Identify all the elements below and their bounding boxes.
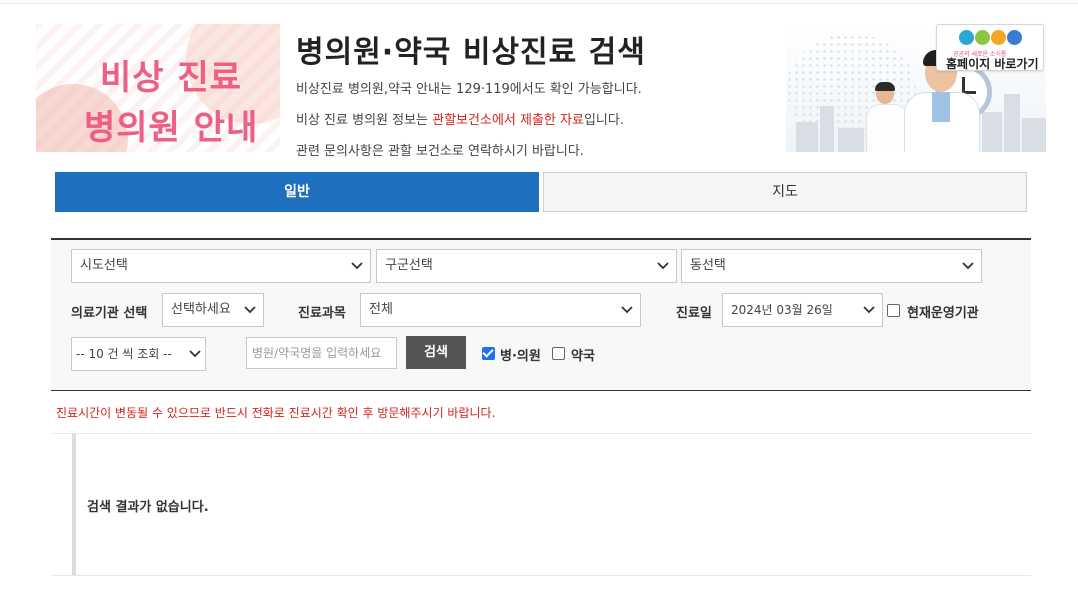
gugun-select-value: 구군선택 [385,258,433,273]
dong-select[interactable]: 동선택 [681,249,982,283]
info-line-1: 비상진료 병의원,약국 안내는 129·119에서도 확인 가능합니다. [296,82,642,97]
top-border [0,3,1078,4]
sido-select-value: 시도선택 [80,258,128,273]
banner-line-2: 병의원 안내 [84,108,259,148]
emergency-banner-image: 비상 진료 병의원 안내 [36,24,280,152]
open-now-label: 현재운영기관 [907,306,979,321]
sido-select[interactable]: 시도선택 [71,249,371,283]
result-area: 검색 결과가 없습니다. [72,434,1031,575]
chevron-down-icon [962,262,974,270]
page-title: 병의원·약국 비상진료 검색 [296,35,646,70]
search-button[interactable]: 검색 [406,336,466,369]
name-search-input[interactable]: 병원/약국명을 입력하세요 [246,337,397,369]
homepage-link-button[interactable]: 공공의 새로운 소식통 홈페이지 바로가기 [936,24,1044,71]
info-line-3: 관련 문의사항은 관할 보건소로 연락하시기 바랍니다. [296,144,584,159]
result-accent-bar [72,434,76,575]
institution-label: 의료기관 선택 [71,306,148,321]
banner-line-1: 비상 진료 [100,58,242,98]
dong-select-value: 동선택 [690,258,726,273]
subject-select[interactable]: 전체 [360,293,641,327]
empty-result-message: 검색 결과가 없습니다. [87,500,209,515]
egen-logo-icon [959,28,1022,48]
date-label: 진료일 [676,306,712,321]
tab-general[interactable]: 일반 [55,172,539,212]
subject-select-value: 전체 [369,302,393,317]
date-select-value: 2024년 03월 26일 [731,303,833,317]
info-line-2: 비상 진료 병의원 정보는 관할보건소에서 제출한 자료입니다. [296,113,624,128]
chevron-down-icon [351,262,363,270]
pharmacy-label: 약국 [571,349,595,364]
institution-select-value: 선택하세요 [171,302,231,317]
date-select[interactable]: 2024년 03월 26일 [722,293,883,327]
chevron-down-icon [657,262,669,270]
pharmacy-checkbox[interactable] [552,347,565,360]
gugun-select[interactable]: 구군선택 [376,249,677,283]
chevron-down-icon [244,306,256,314]
info-highlight: 관할보건소에서 제출한 자료 [432,113,584,128]
open-now-checkbox[interactable] [887,304,900,317]
chevron-down-icon [621,306,633,314]
chevron-down-icon [189,350,201,358]
page-size-value: -- 10 건 씩 조회 -- [76,347,172,361]
divider [51,575,1031,576]
tab-map[interactable]: 지도 [543,172,1027,212]
page-size-select[interactable]: -- 10 건 씩 조회 -- [71,337,206,371]
hospital-checkbox[interactable] [482,347,495,360]
homepage-link-label: 홈페이지 바로가기 [946,57,1039,71]
hospital-label: 병·의원 [500,349,541,364]
subject-label: 진료과목 [298,306,346,321]
chevron-down-icon [863,306,875,314]
notice-text: 진료시간이 변동될 수 있으므로 반드시 전화로 진료시간 확인 후 방문해주시… [56,406,496,420]
institution-select[interactable]: 선택하세요 [162,293,264,327]
doctor-figure [866,82,908,152]
